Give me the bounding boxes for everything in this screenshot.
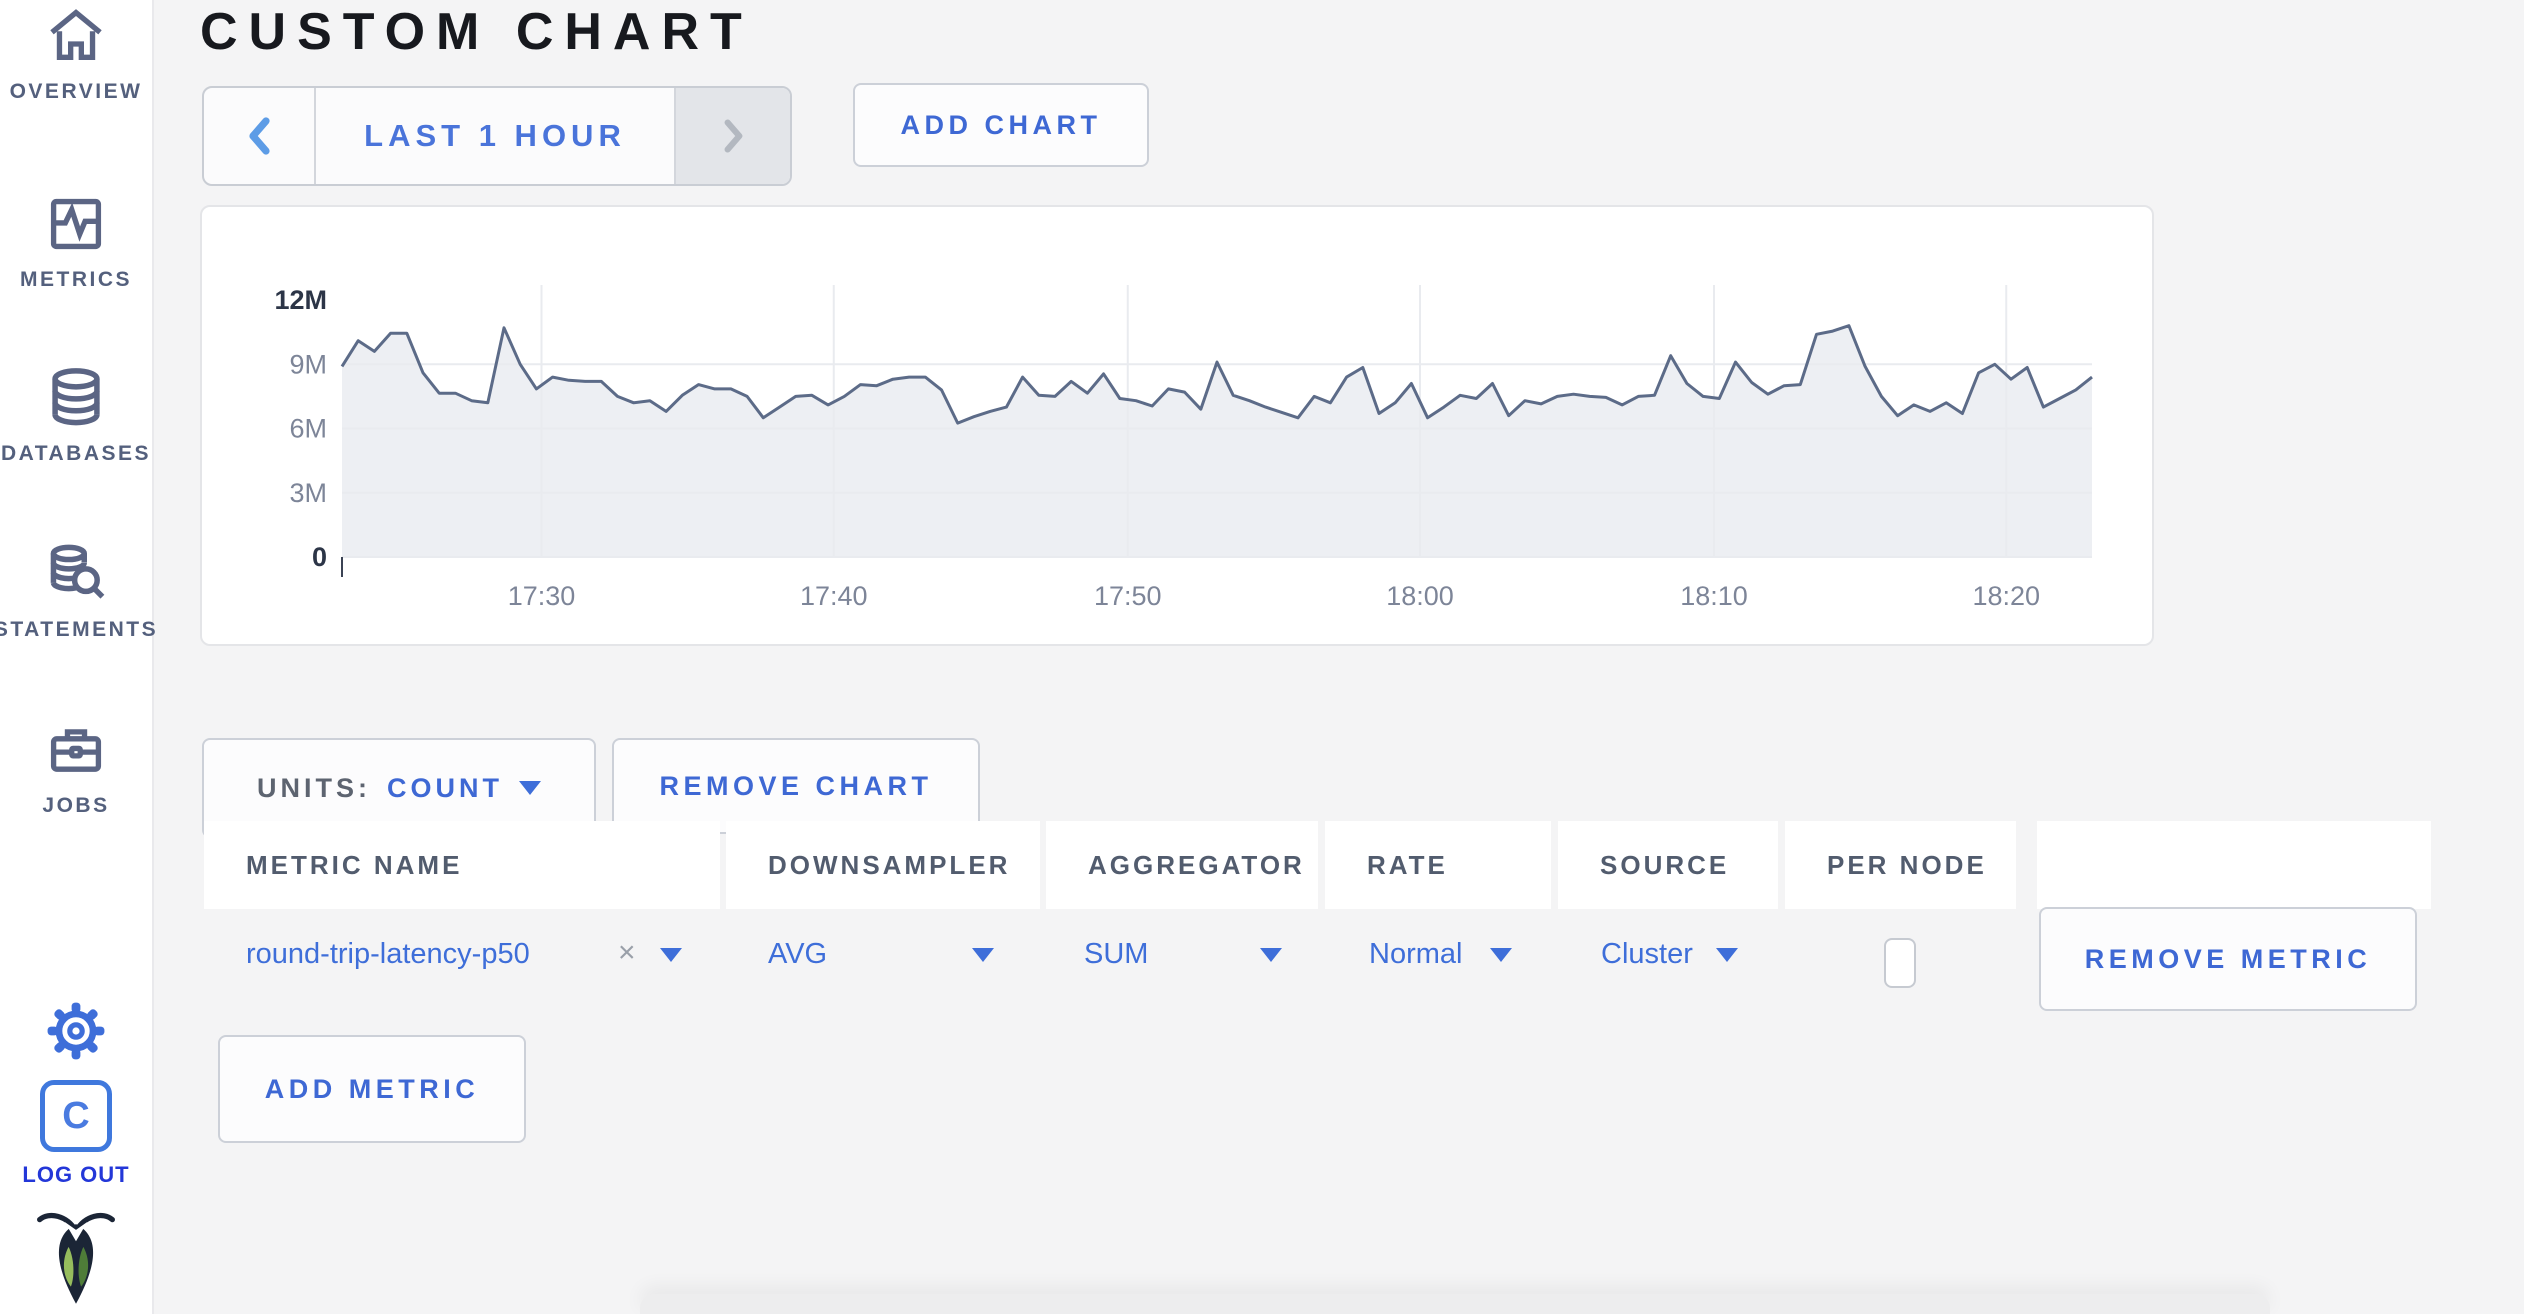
x-axis-tick-label: 18:20 [1972,581,2040,611]
jobs-icon [50,729,102,772]
col-header-source: SOURCE [1558,821,1778,909]
sidebar-item-metrics[interactable]: METRICS [0,192,152,292]
chevron-down-icon[interactable] [660,948,682,967]
sidebar-item-label: OVERVIEW [9,80,143,103]
chart-card: 0 3M 6M 9M 12M 17:30 17:40 17:50 18:00 18:10 18:20 [200,205,2154,646]
units-value: COUNT [387,772,503,803]
bottom-sheet-edge [640,1294,2270,1314]
y-axis-tick-label: 6M [289,414,327,444]
downsampler-dropdown[interactable]: AVG [768,938,827,971]
col-header-actions [2037,821,2431,909]
remove-chart-button[interactable]: REMOVE CHART [612,738,980,834]
chevron-down-icon[interactable] [1260,948,1282,967]
sidebar-item-label: METRICS [20,268,132,291]
sidebar-item-label: JOBS [42,794,110,817]
remove-metric-button[interactable]: REMOVE METRIC [2039,907,2417,1011]
sidebar-item-logout[interactable]: C LOG OUT [0,1080,152,1188]
sidebar-item-jobs[interactable]: JOBS [0,718,152,818]
time-prev-button[interactable] [204,88,316,184]
chart-area-fill [342,325,2092,557]
databases-icon [52,368,100,426]
page-title: CUSTOM CHART [200,3,753,61]
custom-chart-page: OVERVIEW METRICS DATABASES STATEMENTS JO… [0,0,2524,1314]
cockroach-c-logo: C [40,1080,112,1152]
col-header-aggregator: AGGREGATOR [1046,821,1318,909]
logout-label: LOG OUT [22,1162,130,1187]
chevron-down-icon[interactable] [1490,948,1512,967]
per-node-checkbox[interactable] [1884,938,1916,988]
chevron-down-icon [519,781,541,795]
y-axis-tick-label: 12M [274,285,327,315]
chart-svg[interactable]: 0 3M 6M 9M 12M 17:30 17:40 17:50 18:00 18:10 18:20 [202,207,2152,644]
sidebar: OVERVIEW METRICS DATABASES STATEMENTS JO… [0,0,156,1314]
sidebar-item-label: STATEMENTS [0,618,159,641]
add-metric-button[interactable]: ADD METRIC [218,1035,526,1143]
clear-metric-icon[interactable]: × [618,936,636,970]
x-axis-tick-label: 18:10 [1680,581,1748,611]
chevron-left-icon [249,117,270,155]
x-axis-tick-label: 17:30 [508,581,576,611]
y-axis-tick-label: 3M [289,478,327,508]
cockroach-bug-logo [37,1212,115,1304]
col-header-metric-name: METRIC NAME [204,821,720,909]
units-label: UNITS: [257,772,371,803]
time-next-button[interactable] [674,88,790,184]
x-axis-tick-label: 18:00 [1386,581,1454,611]
y-axis-tick-label: 9M [289,349,327,379]
x-axis-tick-label: 17:50 [1094,581,1162,611]
sidebar-brand [0,1206,152,1306]
add-chart-button[interactable]: ADD CHART [853,83,1149,167]
col-header-downsampler: DOWNSAMPLER [726,821,1040,909]
aggregator-dropdown[interactable]: SUM [1084,938,1148,971]
sidebar-item-databases[interactable]: DATABASES [0,364,152,466]
gear-icon [47,1002,105,1060]
sidebar-item-overview[interactable]: OVERVIEW [0,4,152,104]
source-dropdown[interactable]: Cluster [1601,938,1693,971]
time-range-selector: LAST 1 HOUR [202,86,792,186]
metric-name-dropdown[interactable]: round-trip-latency-p50 [246,938,530,971]
chevron-down-icon[interactable] [1716,948,1738,967]
chevron-down-icon[interactable] [972,948,994,967]
col-header-per-node: PER NODE [1785,821,2016,909]
metrics-icon [50,198,102,250]
statements-icon [50,544,105,599]
sidebar-item-statements[interactable]: STATEMENTS [0,540,156,642]
rate-dropdown[interactable]: Normal [1369,938,1462,971]
chevron-right-icon [724,119,743,153]
col-header-rate: RATE [1325,821,1551,909]
time-range-label[interactable]: LAST 1 HOUR [316,88,674,184]
home-icon [50,9,102,60]
y-axis-tick-label: 0 [312,542,327,572]
x-axis-tick-label: 17:40 [800,581,868,611]
sidebar-item-label: DATABASES [0,442,152,465]
sidebar-item-settings[interactable] [0,1000,152,1062]
